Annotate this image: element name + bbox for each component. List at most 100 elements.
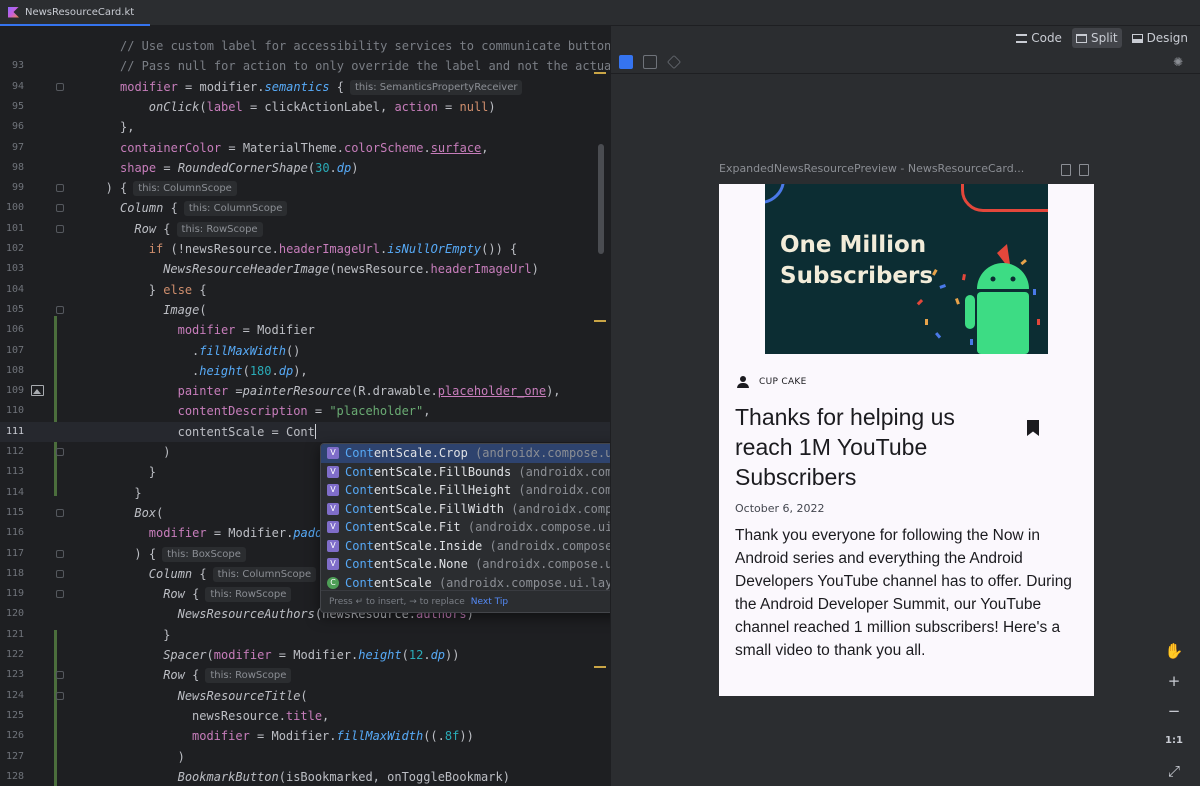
- line-number[interactable]: 124: [0, 686, 24, 706]
- code-line[interactable]: 101 Row {this: RowScope: [0, 219, 610, 239]
- code-line[interactable]: 93 // Pass null for action to only overri…: [0, 56, 610, 76]
- code-mode-button[interactable]: Code: [1012, 28, 1066, 48]
- fold-marker-icon[interactable]: [56, 508, 64, 517]
- line-number[interactable]: 101: [0, 219, 24, 239]
- line-number[interactable]: 95: [0, 97, 24, 117]
- code-line[interactable]: 121}: [0, 625, 610, 645]
- split-mode-button[interactable]: Split: [1071, 28, 1122, 48]
- compose-preview-card[interactable]: One Million Subscribers CUP CAKE Thanks …: [719, 184, 1094, 696]
- line-number[interactable]: 120: [0, 604, 24, 624]
- error-stripe-marker[interactable]: [594, 320, 606, 322]
- deploy-preview-icon[interactable]: [1079, 164, 1089, 176]
- line-number[interactable]: 118: [0, 564, 24, 584]
- error-stripe-marker[interactable]: [594, 72, 606, 74]
- fold-marker-icon[interactable]: [56, 305, 64, 314]
- code-line[interactable]: 128 BookmarkButton(isBookmarked, onToggle…: [0, 767, 610, 786]
- next-tip-link[interactable]: Next Tip: [471, 597, 508, 607]
- error-stripe-marker[interactable]: [594, 666, 606, 668]
- code-text: contentScale = Cont: [177, 423, 317, 439]
- zoom-in-icon[interactable]: +: [1161, 666, 1187, 696]
- layers-icon[interactable]: [667, 55, 681, 69]
- zoom-actual-size-button[interactable]: 1:1: [1161, 726, 1187, 756]
- code-editor[interactable]: // Use custom label for accessibility se…: [0, 26, 610, 786]
- code-line[interactable]: 126 modifier = Modifier.fillMaxWidth((.8f…: [0, 726, 610, 746]
- editor-scrollbar[interactable]: [598, 144, 604, 254]
- code-line[interactable]: 100 Column {this: ColumnScope: [0, 198, 610, 218]
- fold-marker-icon[interactable]: [56, 691, 64, 700]
- select-tool-icon[interactable]: [619, 55, 633, 69]
- code-line[interactable]: 95 onClick(label = clickActionLabel, acti…: [0, 97, 610, 117]
- code-line[interactable]: 105 Image(: [0, 300, 610, 320]
- line-number[interactable]: 103: [0, 259, 24, 279]
- code-line[interactable]: 124 NewsResourceTitle(: [0, 686, 610, 706]
- fold-marker-icon[interactable]: [56, 448, 64, 456]
- image-resource-icon[interactable]: [31, 385, 44, 397]
- code-line[interactable]: 96},: [0, 117, 610, 137]
- fold-marker-icon[interactable]: [56, 590, 64, 599]
- fold-marker-icon[interactable]: [56, 184, 64, 193]
- line-number[interactable]: 107: [0, 341, 24, 361]
- fold-marker-icon[interactable]: [56, 224, 64, 233]
- line-number[interactable]: 106: [0, 320, 24, 340]
- line-number[interactable]: 123: [0, 665, 24, 685]
- design-mode-button[interactable]: Design: [1128, 28, 1192, 48]
- line-number[interactable]: 126: [0, 726, 24, 746]
- code-line[interactable]: // Use custom label for accessibility se…: [0, 36, 610, 56]
- line-number[interactable]: 121: [0, 625, 24, 645]
- line-number[interactable]: 115: [0, 503, 24, 523]
- code-line[interactable]: 103 NewsResourceHeaderImage(newsResource.…: [0, 259, 610, 279]
- fold-marker-icon[interactable]: [56, 204, 64, 213]
- zoom-out-icon[interactable]: −: [1161, 696, 1187, 726]
- line-number[interactable]: 128: [0, 767, 24, 786]
- layout-tool-icon[interactable]: [643, 55, 657, 69]
- code-line[interactable]: 106 modifier = Modifier: [0, 320, 610, 340]
- code-line[interactable]: 107 .fillMaxWidth(): [0, 341, 610, 361]
- line-number[interactable]: 93: [0, 56, 24, 76]
- line-number[interactable]: 112: [0, 442, 24, 462]
- line-number[interactable]: 111: [0, 422, 24, 442]
- fold-marker-icon[interactable]: [56, 82, 64, 91]
- code-line[interactable]: 122 Spacer(modifier = Modifier.height(12.…: [0, 645, 610, 665]
- bookmark-icon[interactable]: [1027, 420, 1039, 436]
- line-number[interactable]: 127: [0, 747, 24, 767]
- line-number[interactable]: 98: [0, 158, 24, 178]
- code-line[interactable]: 125 newsResource.title,: [0, 706, 610, 726]
- code-line[interactable]: 98 shape = RoundedCornerShape(30.dp): [0, 158, 610, 178]
- zoom-to-fit-icon[interactable]: ⤢: [1161, 756, 1187, 786]
- code-line[interactable]: 102 if (!newsResource.headerImageUrl.isNu…: [0, 239, 610, 259]
- line-number[interactable]: 96: [0, 117, 24, 137]
- line-number[interactable]: 99: [0, 178, 24, 198]
- line-number[interactable]: 100: [0, 198, 24, 218]
- line-number[interactable]: 114: [0, 483, 24, 503]
- code-line[interactable]: 104} else {: [0, 280, 610, 300]
- code-line[interactable]: 99) {this: ColumnScope: [0, 178, 610, 198]
- code-line[interactable]: 94 modifier = modifier.semantics {this: S…: [0, 77, 610, 97]
- pan-hand-icon[interactable]: ✋: [1161, 636, 1187, 666]
- fold-marker-icon[interactable]: [56, 569, 64, 578]
- line-number[interactable]: 97: [0, 138, 24, 158]
- line-number[interactable]: 110: [0, 401, 24, 421]
- line-number[interactable]: 116: [0, 523, 24, 543]
- code-line[interactable]: 97 containerColor = MaterialTheme.colorSc…: [0, 138, 610, 158]
- code-line[interactable]: 123 Row {this: RowScope: [0, 665, 610, 685]
- fold-marker-icon[interactable]: [56, 549, 64, 558]
- code-line[interactable]: 127): [0, 747, 610, 767]
- tab-newsresourcecard-kt[interactable]: NewsResourceCard.kt: [0, 0, 150, 26]
- line-number[interactable]: 117: [0, 544, 24, 564]
- line-number[interactable]: 119: [0, 584, 24, 604]
- line-number[interactable]: 109: [0, 381, 24, 401]
- code-line[interactable]: 110 contentDescription = "placeholder",: [0, 401, 610, 421]
- code-line[interactable]: 111 contentScale = Cont: [0, 421, 610, 442]
- line-number[interactable]: 102: [0, 239, 24, 259]
- line-number[interactable]: 122: [0, 645, 24, 665]
- line-number[interactable]: 104: [0, 280, 24, 300]
- code-line[interactable]: 109 painter =painterResource(R.drawable.p…: [0, 381, 610, 401]
- line-number[interactable]: 108: [0, 361, 24, 381]
- pin-preview-icon[interactable]: [1061, 164, 1071, 176]
- code-line[interactable]: 108 .height(180.dp),: [0, 361, 610, 381]
- line-number[interactable]: 105: [0, 300, 24, 320]
- fold-marker-icon[interactable]: [56, 671, 64, 680]
- line-number[interactable]: 125: [0, 706, 24, 726]
- line-number[interactable]: 113: [0, 462, 24, 482]
- line-number[interactable]: 94: [0, 77, 24, 97]
